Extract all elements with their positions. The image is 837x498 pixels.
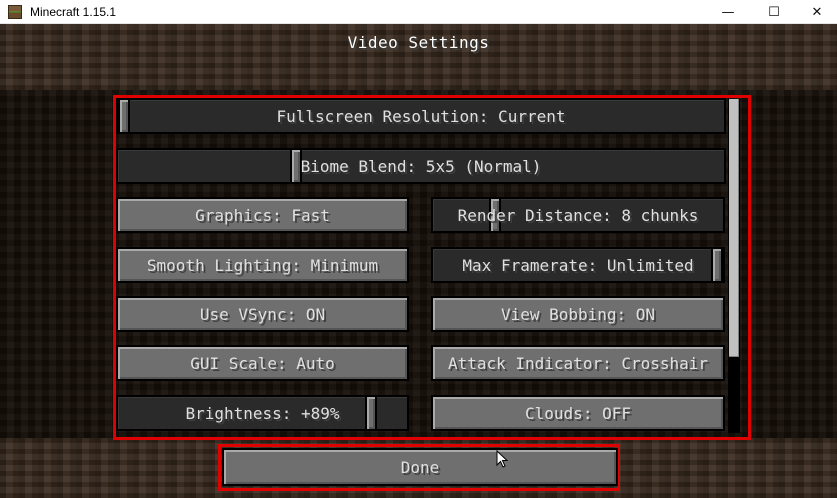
- close-icon[interactable]: ✕: [797, 0, 837, 24]
- biome-blend-label: Biome Blend: 5x5 (Normal): [300, 156, 542, 176]
- window-titlebar: Minecraft 1.15.1 — ☐ ✕: [0, 0, 837, 24]
- slider-knob[interactable]: [118, 100, 130, 132]
- render-distance-label: Render Distance: 8 chunks: [457, 205, 699, 225]
- minecraft-app-icon: [8, 4, 22, 19]
- max-framerate-label: Max Framerate: Unlimited: [462, 255, 694, 275]
- done-button[interactable]: Done: [222, 448, 618, 486]
- screen-title: Video Settings: [347, 33, 490, 52]
- mouse-cursor-icon: [496, 450, 508, 468]
- minimize-icon[interactable]: —: [708, 0, 748, 24]
- window-title: Minecraft 1.15.1: [30, 4, 117, 19]
- fullscreen-resolution-label: Fullscreen Resolution: Current: [276, 106, 566, 126]
- slider-knob[interactable]: [711, 249, 723, 281]
- slider-knob[interactable]: [365, 397, 377, 429]
- maximize-icon[interactable]: ☐: [754, 0, 794, 24]
- brightness-label: Brightness: +89%: [185, 403, 340, 423]
